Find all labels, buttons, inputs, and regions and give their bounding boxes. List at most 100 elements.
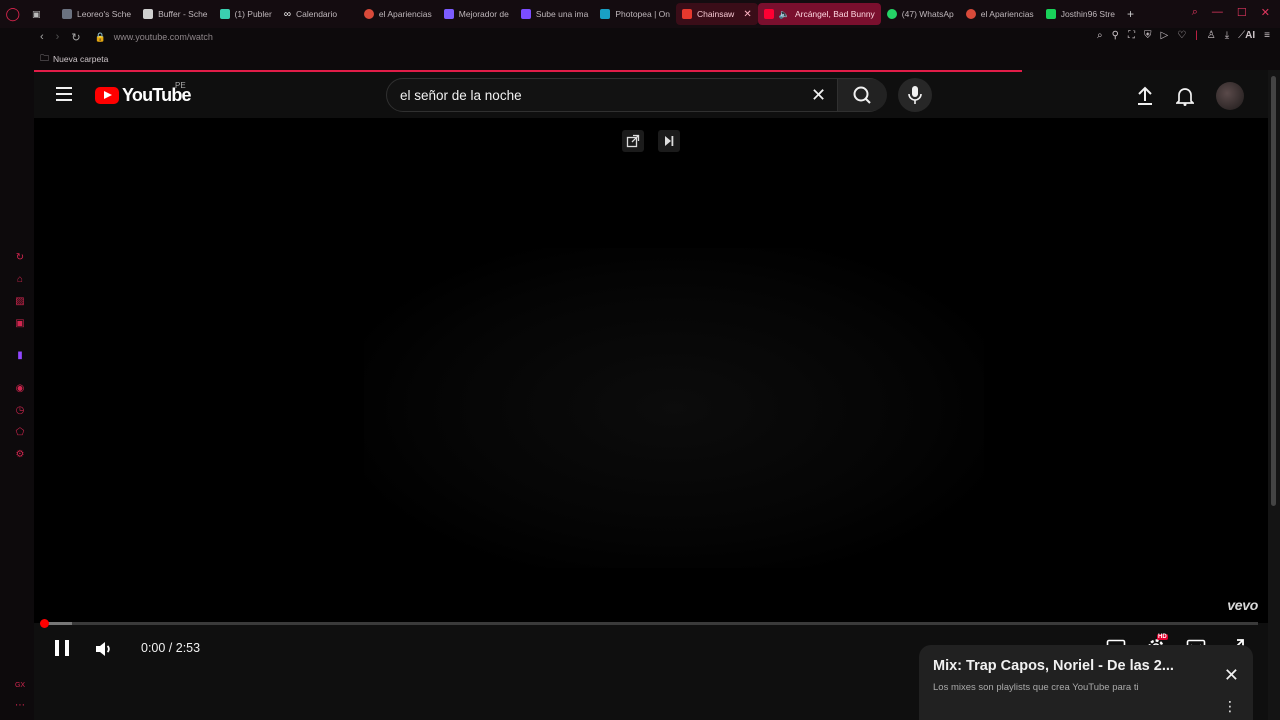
tab-label: Josthin96 Stre [1060,9,1116,19]
shield-icon[interactable]: ⛨ [1144,30,1152,41]
extensions-icon[interactable]: ⬠ [14,427,26,439]
cube-icon[interactable]: ▨ [14,296,26,308]
window-controls: ⌕ — ☐ ✕ [1192,6,1270,19]
tab-favicon-icon [965,9,976,19]
tab-6[interactable]: Sube una ima [515,3,594,25]
youtube-logo[interactable]: YouTube PE [95,81,192,106]
tab-12[interactable]: Josthin96 Stre [1040,3,1121,25]
tab-label: Leoreo's Sche [77,9,132,19]
hamburger-menu-icon[interactable] [56,87,72,101]
tab-label: Sube una ima [535,9,589,19]
gx-label[interactable]: GX [14,680,26,692]
scrollbar-thumb[interactable] [1271,76,1276,506]
progress-bar[interactable] [40,619,1258,628]
search-tabs-icon[interactable]: ⌕ [1192,6,1198,19]
tab-4[interactable]: el Apariencias [358,3,438,25]
news-icon[interactable]: ▣ [14,318,26,330]
video-player[interactable]: vevo 0:00 / 2:53 HD [34,118,1268,656]
speaker-icon[interactable]: 🔈 [779,9,790,20]
youtube-page: YouTube PE el señor de la noche ✕ vevo 0… [34,70,1268,720]
tab-11[interactable]: el Apariencias [960,3,1040,25]
account-icon[interactable]: ♙ [1207,30,1216,41]
settings-icon[interactable]: ⚙ [14,449,26,461]
tab-favicon-icon [219,9,230,19]
tab-favicon-icon [143,9,154,19]
search-button[interactable] [837,79,887,111]
back-icon[interactable]: ‹ [40,31,44,44]
bookmark-folder[interactable]: Nueva carpeta [53,54,108,64]
pin-icon[interactable]: ⚲ [1112,30,1119,41]
volume-icon[interactable] [93,638,115,660]
twitch-icon[interactable]: ▮ [14,350,26,362]
reload-icon[interactable]: ↻ [71,31,80,44]
close-window-icon[interactable]: ✕ [1261,6,1270,19]
menu-icon[interactable]: ≡ [1264,30,1270,41]
page-scrollbar[interactable] [1268,70,1280,720]
tab-10[interactable]: (47) WhatsAp [881,3,960,25]
vevo-watermark: vevo [1227,597,1258,613]
clear-search-icon[interactable]: ✕ [811,85,826,106]
hd-badge: HD [1157,634,1168,640]
popout-icon [626,134,640,148]
scrubber-handle[interactable] [40,619,49,628]
youtube-header: YouTube PE el señor de la noche ✕ [34,72,1268,118]
player-icon[interactable]: ◉ [14,383,26,395]
search-box: el señor de la noche ✕ [386,78,887,112]
tab-overview-icon[interactable]: ▣ [32,9,41,20]
voice-search-button[interactable] [898,78,932,112]
more-options-icon[interactable]: ⋮ [1223,699,1237,713]
video-frame [364,248,984,568]
tab-2[interactable]: (1) Publer [214,3,278,25]
miniplayer-button[interactable] [622,130,644,152]
new-tab-icon[interactable]: + [1127,7,1134,21]
maximize-icon[interactable]: ☐ [1237,6,1247,19]
tab-favicon-icon [62,9,72,19]
ai-button[interactable]: ⟋AI [1238,30,1255,41]
search-input[interactable]: el señor de la noche [400,88,522,103]
close-mix-icon[interactable]: ✕ [1224,665,1239,686]
tab-label: Arcángel, Bad Bunny [794,9,875,19]
tab-label: Photopea | On [615,9,670,19]
tab-favicon-icon [886,9,897,19]
opera-logo-icon[interactable]: ◯ [5,6,20,22]
pause-icon [55,640,59,656]
tab-bar: ◯ ▣ Leoreo's Sche Buffer - Sche (1) Publ… [0,0,1280,28]
tab-1[interactable]: Buffer - Sche [137,3,213,25]
history-icon[interactable]: ◷ [14,405,26,417]
bag-icon[interactable]: ⌂ [14,274,26,286]
avatar[interactable] [1216,82,1244,110]
mix-title[interactable]: Mix: Trap Capos, Noriel - De las 2... [933,658,1174,674]
tab-7[interactable]: Photopea | On [594,3,676,25]
tab-label: (1) Publer [234,9,272,19]
infinity-icon: ∞ [283,8,291,20]
country-code: PE [175,81,186,90]
browser-window: ◯ ▣ Leoreo's Sche Buffer - Sche (1) Publ… [0,0,1280,720]
refresh-icon[interactable]: ↻ [14,252,26,264]
tab-favicon-icon [763,9,774,19]
tab-9[interactable]: 🔈 Arcángel, Bad Bunny [757,3,881,25]
snapshot-icon[interactable]: ⛶ [1128,30,1135,41]
tab-label: Mejorador de [458,9,509,19]
tab-8[interactable]: Chainsaw ✕ [676,3,758,25]
download-icon[interactable]: ⤓ [1225,30,1229,41]
folder-icon: 🗀 [40,53,50,63]
upload-icon[interactable] [1136,86,1154,106]
notifications-bell-icon[interactable] [1176,86,1194,106]
minimize-icon[interactable]: — [1212,6,1223,19]
tab-5[interactable]: Mejorador de [438,3,515,25]
pause-button[interactable] [55,640,69,656]
more-icon[interactable]: ⋯ [14,700,26,712]
heart-icon[interactable]: ♡ [1177,30,1186,41]
youtube-play-icon [95,87,119,104]
close-tab-icon[interactable]: ✕ [743,9,751,20]
sidebar-rail: ↻ ⌂ ▨ ▣ ▮ ◉ ◷ ⬠ ⚙ GX ⋯ [0,28,34,720]
forward-icon[interactable]: › [56,31,60,44]
mix-playlist-panel: Mix: Trap Capos, Noriel - De las 2... Lo… [919,645,1253,720]
tab-3[interactable]: ∞ Calendario [278,3,358,25]
tab-favicon-icon [363,9,374,19]
zoom-icon[interactable]: ⌕ [1097,30,1103,41]
player-icon[interactable]: ▷ [1160,30,1168,41]
url-field[interactable]: 🔒 www.youtube.com/watch [95,32,213,43]
tab-0[interactable]: Leoreo's Sche [56,3,137,25]
next-track-button[interactable] [658,130,680,152]
